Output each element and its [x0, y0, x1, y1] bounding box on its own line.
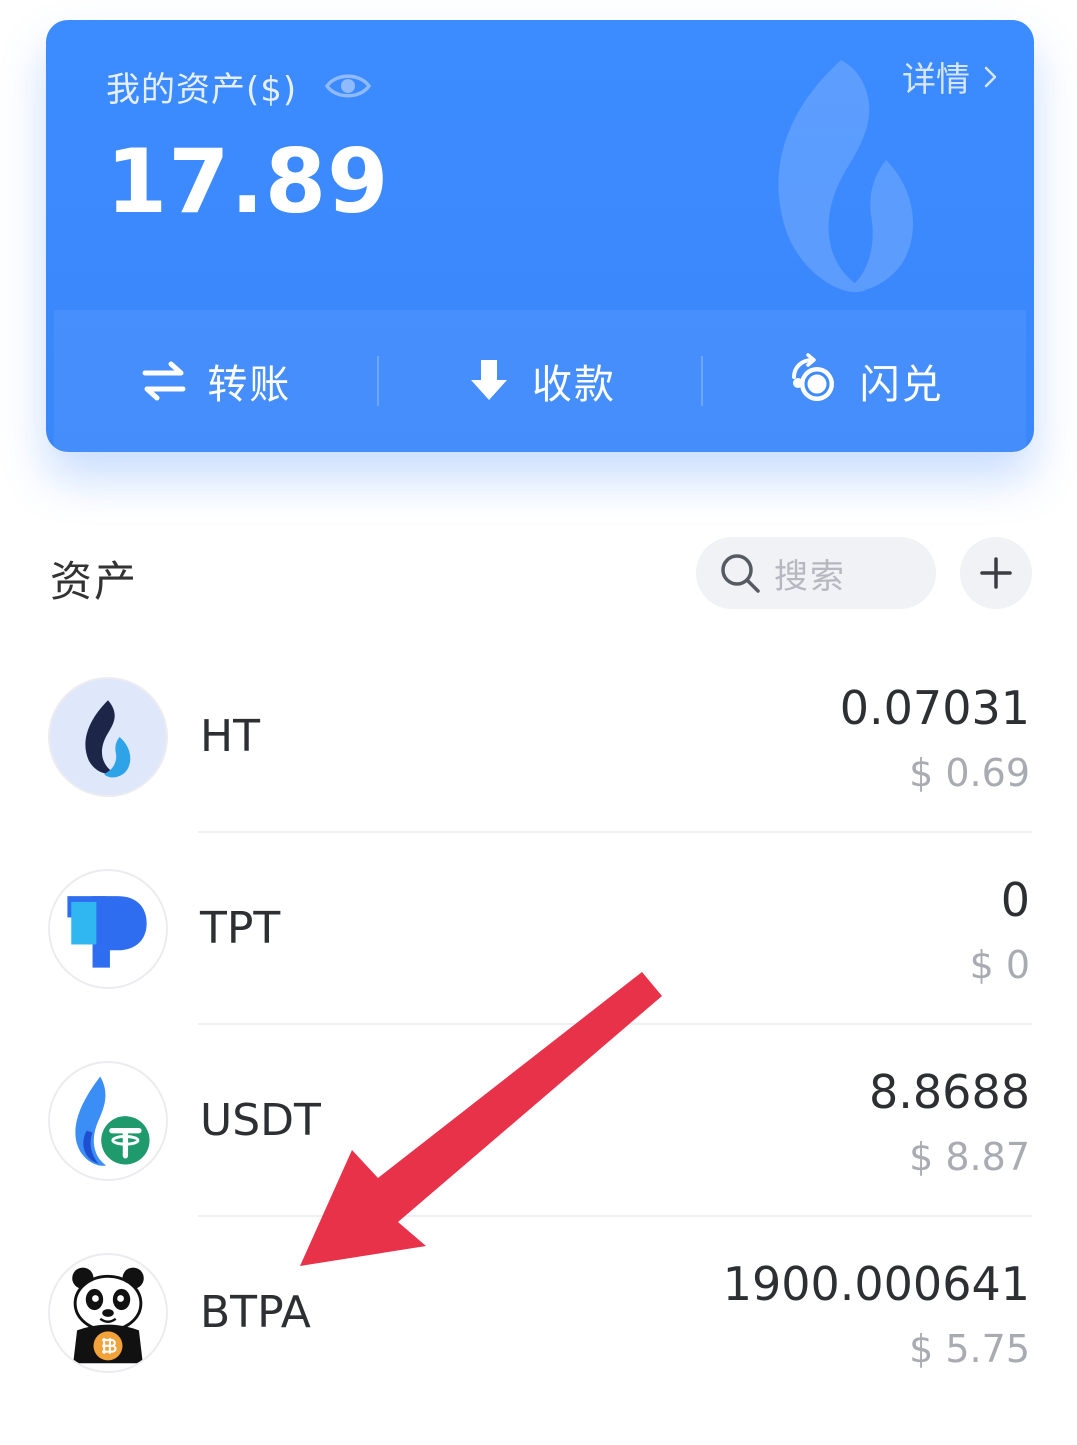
transfer-label: 转账 [207, 362, 292, 408]
annotation-arrow-icon [300, 972, 662, 1266]
panda-bitcoin-icon [72, 1267, 144, 1364]
token-symbol: TPT [200, 903, 281, 954]
token-amount: 1900.000641 [722, 1257, 1030, 1311]
token-logo [48, 869, 168, 989]
transfer-arrows-icon [142, 361, 186, 401]
total-assets-label: 我的资产($) [106, 70, 298, 110]
token-symbol: HT [200, 711, 260, 762]
token-amount: 8.8688 [869, 1065, 1030, 1119]
search-placeholder: 搜索 [774, 556, 846, 597]
token-symbol: BTPA [200, 1287, 311, 1338]
chevron-right-icon [984, 66, 997, 87]
add-token-button[interactable] [960, 537, 1032, 609]
flame-watermark-icon [778, 60, 913, 293]
search-input[interactable]: 搜索 [696, 537, 936, 609]
token-usd-value: $ 0.69 [909, 751, 1030, 795]
assets-section-title: 资产 [50, 557, 139, 606]
token-amount: 0.07031 [839, 681, 1030, 735]
swap-label: 闪兑 [859, 362, 944, 408]
plus-icon [980, 557, 1012, 589]
token-logo [48, 677, 168, 797]
token-usd-value: $ 8.87 [909, 1135, 1030, 1179]
token-usd-value: $ 0 [969, 943, 1030, 987]
details-link[interactable]: 详情 [902, 52, 998, 101]
card-action-bar: 转账 收款 闪兑 [54, 310, 1026, 452]
eye-icon[interactable] [324, 68, 372, 104]
asset-card: 我的资产($) 17.89 详情 转账 收款 闪兑 [46, 20, 1034, 452]
token-logo [48, 1253, 168, 1373]
transfer-button[interactable]: 转账 [54, 310, 377, 452]
row-divider [198, 831, 1032, 833]
total-balance: 17.89 [106, 130, 390, 233]
swap-coins-icon [791, 353, 834, 401]
ht-flame-icon [85, 700, 131, 778]
token-row-ht[interactable]: HT 0.07031 $ 0.69 [0, 677, 1077, 869]
swap-button[interactable]: 闪兑 [703, 310, 1026, 452]
token-usd-value: $ 5.75 [909, 1327, 1030, 1371]
search-icon [721, 554, 760, 593]
receive-down-arrow-icon [471, 360, 507, 400]
usdt-tether-icon [75, 1076, 150, 1166]
receive-label: 收款 [532, 362, 616, 408]
receive-button[interactable]: 收款 [379, 310, 702, 452]
details-label: 详情 [902, 60, 970, 100]
token-logo [48, 1061, 168, 1181]
token-amount: 0 [1000, 873, 1030, 927]
tpt-logo-icon [67, 896, 147, 968]
